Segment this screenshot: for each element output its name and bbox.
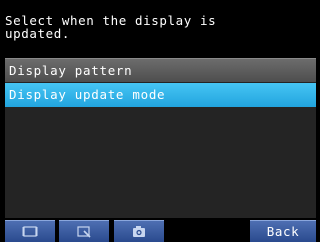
display-screen: Select when the display is updated. Disp… [0,0,320,242]
menu-item-display-pattern[interactable]: Display pattern [5,58,316,82]
menu-item-display-update-mode[interactable]: Display update mode [5,83,316,107]
zoom-select-button[interactable] [59,220,109,242]
zoom-select-icon [77,226,91,238]
camera-icon [133,226,145,237]
capture-button[interactable] [114,220,164,242]
fit-screen-button[interactable] [5,220,55,242]
fit-screen-icon [22,226,38,237]
menu-list: Display pattern Display update mode [5,58,316,218]
back-button[interactable]: Back [250,220,316,242]
help-text: Select when the display is updated. [5,13,217,41]
